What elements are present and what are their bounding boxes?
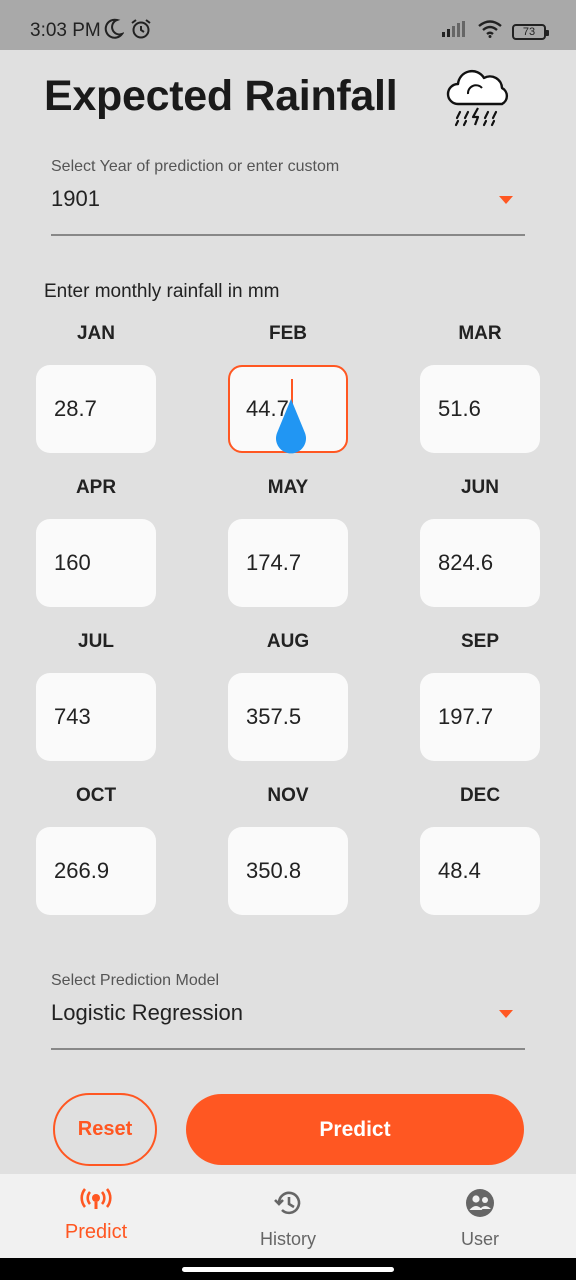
month-label: DEC — [459, 785, 501, 806]
status-time: 3:03 PM — [30, 20, 101, 41]
nav-item-history[interactable]: History — [192, 1174, 384, 1258]
monthly-rainfall-label: Enter monthly rainfall in mm — [44, 281, 280, 302]
reset-button[interactable]: Reset — [53, 1093, 157, 1166]
dec-rainfall-input[interactable] — [420, 827, 540, 915]
history-icon — [273, 1188, 303, 1223]
sep-rainfall-input[interactable] — [420, 673, 540, 761]
year-select-value: 1901 — [51, 186, 100, 211]
signal-icon — [442, 21, 468, 42]
month-label: JAN — [76, 323, 115, 344]
month-label: JUN — [460, 477, 499, 498]
oct-rainfall-input[interactable] — [36, 827, 156, 915]
month-cell-nov: NOV — [228, 785, 348, 915]
broadcast-icon — [80, 1188, 112, 1215]
battery-icon: 73 — [512, 23, 549, 40]
apr-rainfall-input[interactable] — [36, 519, 156, 607]
month-cell-oct: OCT — [36, 785, 156, 915]
bottom-nav: Predict History User — [0, 1174, 576, 1258]
month-label: NOV — [267, 785, 309, 806]
month-cell-aug: AUG — [228, 631, 348, 761]
month-label: FEB — [269, 323, 307, 344]
month-label: OCT — [75, 785, 117, 806]
model-select-value: Logistic Regression — [51, 1000, 243, 1025]
year-select[interactable]: Select Year of prediction or enter custo… — [51, 158, 525, 236]
month-label: AUG — [266, 631, 310, 652]
page-title: Expected Rainfall — [44, 72, 398, 120]
model-select-label: Select Prediction Model — [51, 972, 220, 989]
month-label: JUL — [78, 631, 114, 652]
nav-item-user[interactable]: User — [384, 1174, 576, 1258]
month-label: MAY — [267, 477, 309, 498]
wifi-icon — [478, 20, 502, 43]
month-cell-apr: APR — [36, 477, 156, 607]
nav-label: User — [460, 1229, 499, 1249]
dropdown-arrow-icon — [499, 1010, 513, 1018]
month-cell-feb: FEB — [228, 323, 348, 454]
month-label: SEP — [460, 631, 500, 652]
user-group-icon — [465, 1188, 495, 1223]
month-cell-sep: SEP — [420, 631, 540, 761]
nov-rainfall-input[interactable] — [228, 827, 348, 915]
jun-rainfall-input[interactable] — [420, 519, 540, 607]
year-select-label: Select Year of prediction or enter custo… — [51, 158, 340, 175]
nav-item-predict[interactable]: Predict — [0, 1174, 192, 1258]
month-cell-may: MAY — [228, 477, 348, 607]
moon-icon — [104, 18, 125, 45]
jan-rainfall-input[interactable] — [36, 365, 156, 453]
model-select[interactable]: Select Prediction Model Logistic Regress… — [51, 972, 525, 1050]
nav-label: History — [259, 1229, 316, 1249]
month-cell-jul: JUL — [36, 631, 156, 761]
home-indicator[interactable] — [182, 1267, 394, 1272]
month-label: MAR — [458, 323, 502, 344]
month-label: APR — [75, 477, 117, 498]
status-bar: 3:03 PM 73 — [0, 0, 576, 50]
dropdown-arrow-icon — [499, 196, 513, 204]
month-cell-jan: JAN — [36, 323, 156, 453]
month-cell-jun: JUN — [420, 477, 540, 607]
cursor-handle-icon[interactable] — [274, 399, 308, 462]
aug-rainfall-input[interactable] — [228, 673, 348, 761]
nav-label: Predict — [64, 1221, 128, 1243]
alarm-icon — [130, 18, 152, 45]
month-cell-dec: DEC — [420, 785, 540, 915]
predict-button[interactable]: Predict — [186, 1094, 524, 1165]
may-rainfall-input[interactable] — [228, 519, 348, 607]
month-cell-mar: MAR — [420, 323, 540, 453]
jul-rainfall-input[interactable] — [36, 673, 156, 761]
mar-rainfall-input[interactable] — [420, 365, 540, 453]
rain-cloud-icon — [446, 66, 512, 133]
